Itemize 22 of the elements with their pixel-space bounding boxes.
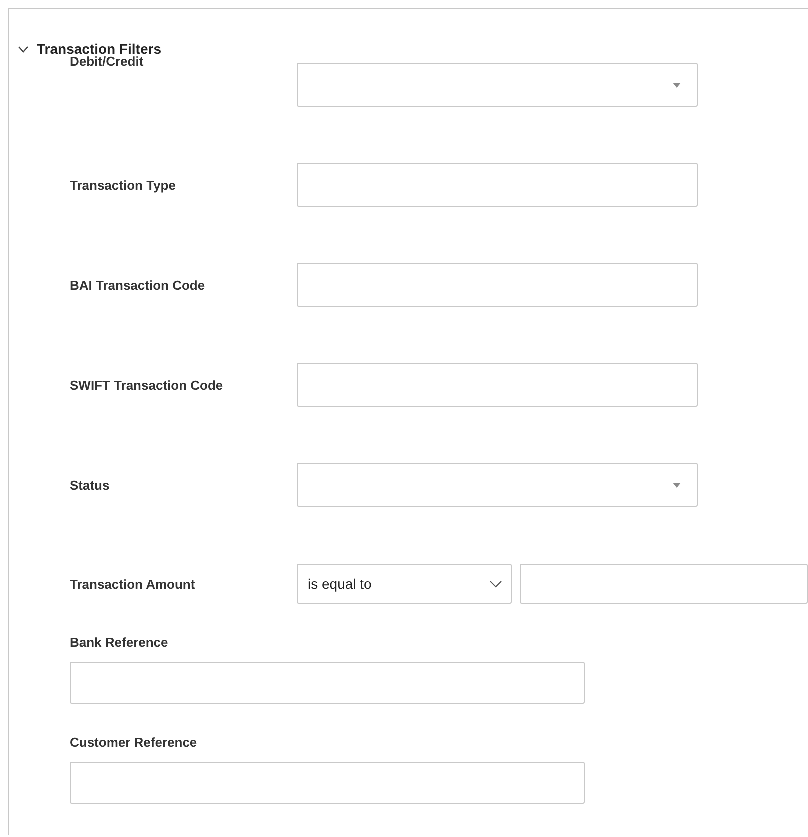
text-field[interactable] — [70, 662, 585, 704]
field-label: Transaction Type — [70, 178, 177, 192]
caret-icon — [673, 482, 681, 488]
chevron-icon — [490, 580, 502, 588]
field-label: Customer Reference — [70, 735, 198, 750]
dropdown-field[interactable] — [297, 463, 698, 507]
caret-icon — [673, 82, 681, 88]
field-label: Status — [70, 478, 111, 492]
amount-field[interactable] — [520, 564, 808, 604]
text-field[interactable] — [297, 163, 698, 207]
field-label: Transaction Amount — [70, 576, 196, 592]
text-field[interactable] — [297, 263, 698, 307]
field-label: Bank Reference — [70, 635, 170, 650]
text-field[interactable] — [70, 762, 585, 804]
field-label: BAI Transaction Code — [70, 278, 206, 292]
section-title[interactable]: Transaction Filters — [37, 41, 162, 57]
chevron-icon[interactable] — [18, 46, 29, 52]
dropdown-field[interactable] — [297, 63, 698, 107]
operator-dropdown[interactable]: is equal to — [297, 564, 512, 604]
field-label: Debit/Credit — [70, 54, 144, 69]
field-label: SWIFT Transaction Code — [70, 378, 224, 392]
text-field[interactable] — [297, 363, 698, 407]
